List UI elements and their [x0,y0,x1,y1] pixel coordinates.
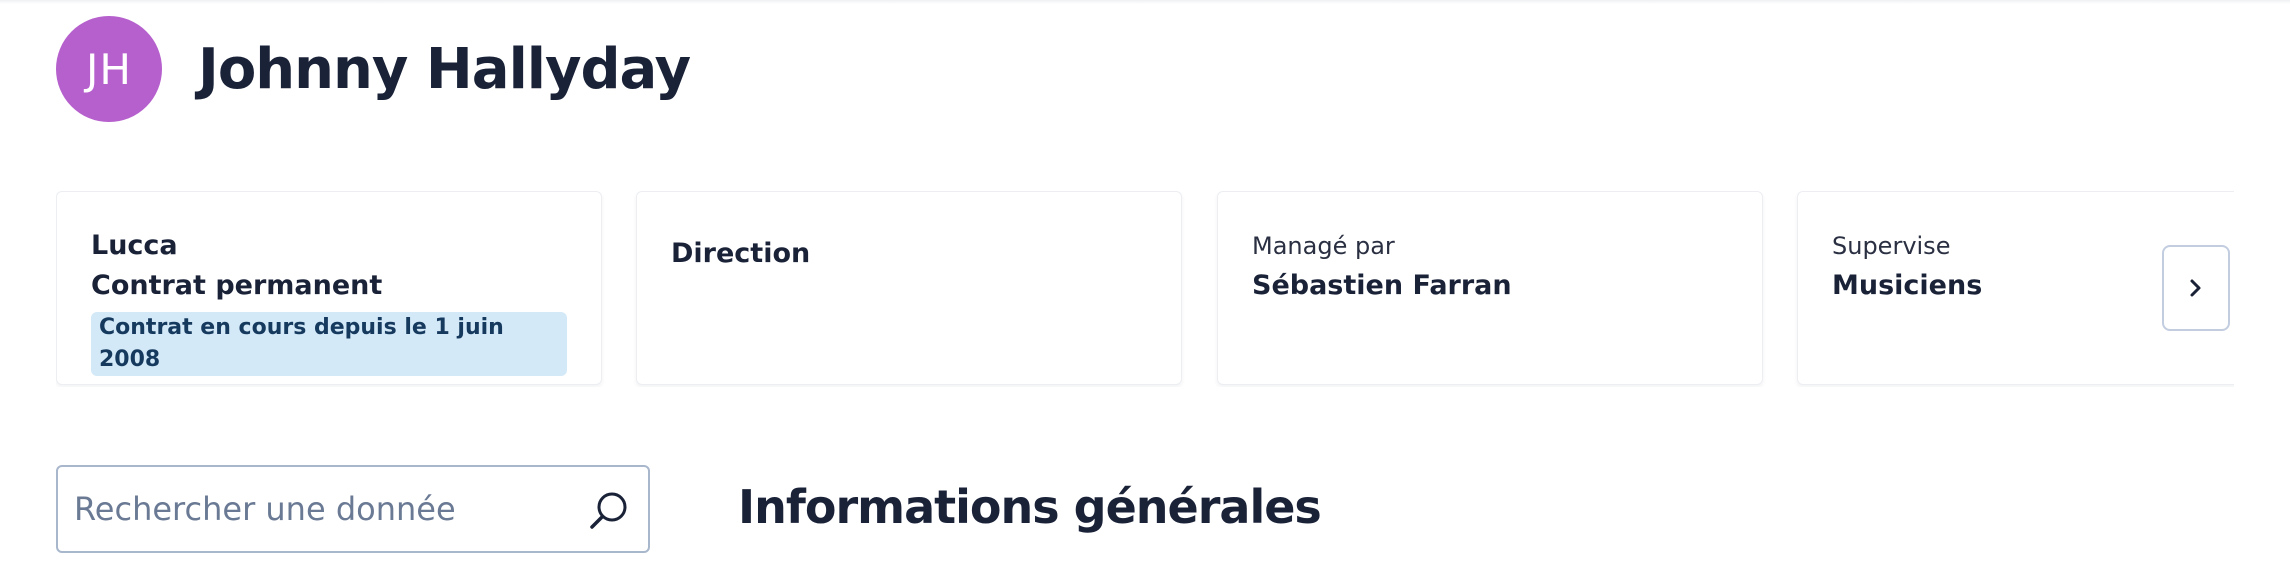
department-label: Direction [671,238,811,269]
top-shadow [0,0,2290,4]
contract-type: Contrat permanent [91,270,383,301]
search-input[interactable] [58,489,576,529]
chevron-right-icon [2190,279,2201,297]
avatar-initials: JH [86,44,132,94]
carousel-next-button[interactable] [2162,245,2230,331]
employee-header: JH Johnny Hallyday [56,16,691,122]
avatar: JH [56,16,162,122]
contract-status-badge: Contrat en cours depuis le 1 juin 2008 [91,312,567,376]
manager-caption: Managé par [1252,232,1395,260]
employee-name: Johnny Hallyday [198,36,691,102]
department-card[interactable]: Direction [636,191,1182,385]
search-icon[interactable] [586,489,630,533]
company-name: Lucca [91,230,178,261]
manager-name[interactable]: Sébastien Farran [1252,266,1728,306]
manager-card[interactable]: Managé par Sébastien Farran [1217,191,1763,385]
search-field[interactable] [56,465,650,553]
summary-cards-carousel: Lucca Contrat permanent Contrat en cours… [56,191,2234,387]
company-card[interactable]: Lucca Contrat permanent Contrat en cours… [56,191,602,385]
section-title: Informations générales [738,480,1322,534]
